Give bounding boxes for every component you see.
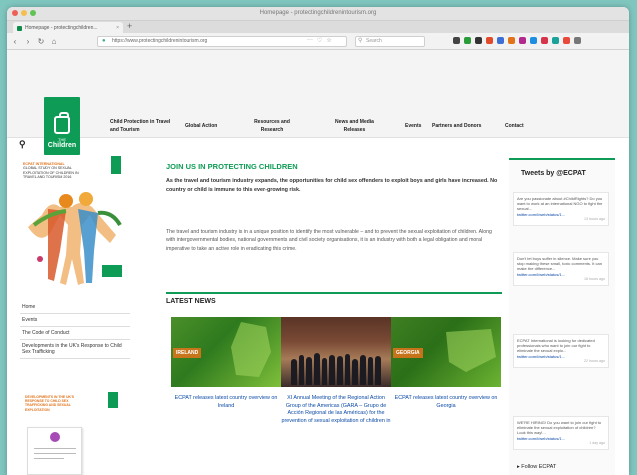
- extensions-bar: [453, 37, 581, 44]
- nav-resources[interactable]: Resources and Research: [247, 118, 297, 134]
- extension-icon[interactable]: [563, 37, 570, 44]
- nav-child-protection[interactable]: Child Protection in Travel and Tourism: [110, 118, 180, 134]
- follow-link[interactable]: ▸ Follow ECPAT: [517, 464, 556, 470]
- pocket-icon[interactable]: ♡: [317, 37, 322, 44]
- tweet-time: 18 hours ago: [584, 276, 605, 281]
- tweet-time: 22 hours ago: [584, 358, 605, 363]
- close-dot[interactable]: [12, 10, 18, 16]
- title-bar: Homepage - protectingchildrenintourism.o…: [7, 7, 629, 20]
- suitcase-icon: [54, 112, 70, 134]
- back-icon[interactable]: ‹: [11, 37, 19, 46]
- extension-icon[interactable]: [541, 37, 548, 44]
- logo-text: Children: [47, 142, 77, 149]
- menu-icon[interactable]: [574, 37, 581, 44]
- reload-icon[interactable]: ↻: [37, 37, 45, 46]
- sidebar-promo-banner[interactable]: ECPAT INTERNATIONAL GLOBAL STUDY ON SEXU…: [20, 155, 130, 295]
- lead-paragraph: As the travel and tourism industry expan…: [166, 178, 498, 193]
- tweet-time: 13 hours ago: [584, 216, 605, 221]
- extension-icon[interactable]: [530, 37, 537, 44]
- favicon-icon: [17, 25, 22, 31]
- tweet-text: WE'RE HIRING! Do you want to join our fi…: [517, 420, 602, 436]
- site-header: THE Children Child Protection in Travel …: [7, 50, 629, 155]
- news-image-gara-meeting[interactable]: [281, 317, 391, 387]
- new-tab-icon[interactable]: +: [127, 21, 132, 31]
- nav-news-media[interactable]: News and Media Releases: [327, 118, 382, 134]
- site-logo[interactable]: THE Children: [44, 97, 80, 155]
- nav-contact[interactable]: Contact: [505, 122, 524, 130]
- sidebar-item-uk-developments[interactable]: Developments in the UK's Response to Chi…: [20, 340, 130, 359]
- tweet-text: Don't let boys suffer in silence. Make s…: [517, 256, 602, 272]
- news-tag: IRELAND: [173, 348, 202, 358]
- news-caption-georgia[interactable]: ECPAT releases latest country overview o…: [391, 395, 501, 410]
- extension-icon[interactable]: [519, 37, 526, 44]
- latest-news-heading: LATEST NEWS: [166, 298, 216, 305]
- report-line: [34, 458, 64, 459]
- report-cover-image[interactable]: [27, 427, 82, 475]
- tweet-time: 1 day ago: [589, 440, 605, 445]
- nav-partners[interactable]: Partners and Donors: [432, 122, 481, 130]
- home-icon[interactable]: ⌂: [50, 37, 58, 46]
- tweets-heading: Tweets by @ECPAT: [521, 170, 586, 177]
- tweet[interactable]: Don't let boys suffer in silence. Make s…: [513, 252, 609, 287]
- extension-icon[interactable]: [486, 37, 493, 44]
- extension-icon[interactable]: [464, 37, 471, 44]
- report-line: [34, 453, 76, 454]
- extension-icon[interactable]: [497, 37, 504, 44]
- sidebar-item-home[interactable]: Home: [20, 301, 130, 314]
- extension-icon[interactable]: [453, 37, 460, 44]
- lock-icon: ●: [102, 38, 106, 44]
- site-search-icon[interactable]: ⚲: [19, 139, 26, 150]
- window-title: Homepage - protectingchildrenintourism.o…: [259, 10, 377, 16]
- main-heading: JOIN US IN PROTECTING CHILDREN: [166, 162, 298, 171]
- tweet[interactable]: WE'RE HIRING! Do you want to join our fi…: [513, 416, 609, 451]
- sidebar-item-events[interactable]: Events: [20, 314, 130, 327]
- tweet[interactable]: Are you passionate about #ChildRights? D…: [513, 192, 609, 227]
- extension-icon[interactable]: [508, 37, 515, 44]
- sidebar-nav: Home Events The Code of Conduct Developm…: [20, 301, 130, 359]
- report-line: [34, 448, 76, 449]
- sidebar-item-code-of-conduct[interactable]: The Code of Conduct: [20, 327, 130, 340]
- tweet-text: Are you passionate about #ChildRights? D…: [517, 196, 603, 212]
- minimize-dot[interactable]: [21, 10, 27, 16]
- search-field[interactable]: ⚲ Search: [355, 36, 425, 47]
- nav-events[interactable]: Events: [405, 122, 421, 130]
- tab-label: Homepage - protectingchildren...: [25, 25, 98, 31]
- search-icon: ⚲: [358, 38, 363, 44]
- extension-icon[interactable]: [475, 37, 482, 44]
- nav-global-action[interactable]: Global Action: [185, 122, 225, 130]
- report-emblem: [50, 432, 60, 442]
- extension-icon[interactable]: [552, 37, 559, 44]
- promo2-title: DEVELOPMENTS IN THE UK'S RESPONSE TO CHI…: [25, 395, 75, 412]
- news-caption-ireland[interactable]: ECPAT releases latest country overview o…: [171, 395, 281, 410]
- news-tag: GEORGIA: [393, 348, 423, 358]
- follow-text: Follow ECPAT: [521, 464, 557, 470]
- tweet[interactable]: ECPAT International is looking for dedic…: [513, 334, 609, 369]
- promo2-logo-badge: [108, 392, 118, 408]
- body-paragraph: The travel and tourism industry is in a …: [166, 229, 492, 252]
- section-divider: [166, 292, 502, 294]
- news-image-georgia[interactable]: GEORGIA: [391, 317, 501, 387]
- url-text: https://www.protectingchildrenintourism.…: [112, 38, 208, 44]
- children-illustration: [28, 192, 122, 285]
- group-photo: [291, 351, 382, 385]
- more-icon[interactable]: ···: [307, 37, 313, 44]
- search-placeholder: Search: [366, 38, 382, 44]
- url-actions: ··· ♡ ☆: [307, 37, 332, 44]
- tweet-text: ECPAT International is looking for dedic…: [517, 338, 595, 354]
- twitter-feed: Tweets by @ECPAT Are you passionate abou…: [509, 158, 615, 475]
- news-caption-gara[interactable]: XI Annual Meeting of the Regional Action…: [281, 395, 391, 425]
- browser-toolbar: ‹ › ↻ ⌂ ● https://www.protectingchildren…: [7, 33, 629, 50]
- zoom-dot[interactable]: [30, 10, 36, 16]
- forward-icon[interactable]: ›: [24, 37, 32, 46]
- window-controls: [12, 10, 36, 16]
- tab-close-icon[interactable]: ×: [116, 25, 119, 31]
- tab-bar: Homepage - protectingchildren... × +: [7, 20, 629, 34]
- news-image-ireland[interactable]: IRELAND: [171, 317, 281, 387]
- bookmark-icon[interactable]: ☆: [326, 37, 331, 44]
